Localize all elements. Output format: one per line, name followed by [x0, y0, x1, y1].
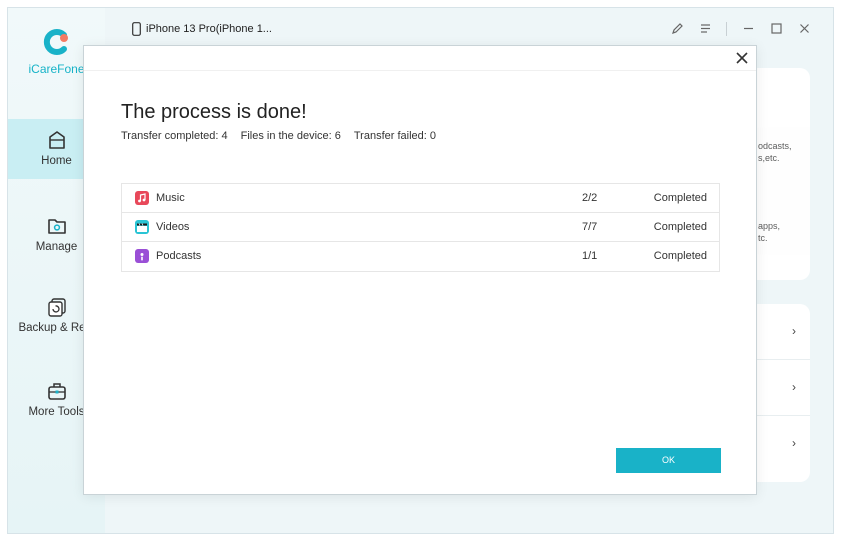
- divider: [726, 22, 727, 36]
- phone-icon: [132, 22, 141, 36]
- chevron-right-icon: ›: [792, 380, 796, 394]
- card-text-line: odcasts,: [758, 141, 792, 151]
- minimize-icon[interactable]: [741, 22, 755, 36]
- row-count: 7/7: [582, 221, 598, 233]
- row-name: Podcasts: [156, 250, 202, 262]
- transfer-stats: Transfer completed: 4 Files in the devic…: [121, 130, 436, 142]
- card-text: apps, tc.: [758, 220, 780, 244]
- row-count: 1/1: [582, 250, 598, 262]
- close-icon[interactable]: [734, 50, 750, 66]
- feedback-icon[interactable]: [670, 22, 684, 36]
- row-name: Music: [156, 192, 185, 204]
- home-icon: [48, 131, 65, 149]
- device-label: iPhone 13 Pro(iPhone 1...: [146, 23, 272, 35]
- card-text: odcasts, s,etc.: [758, 140, 792, 164]
- row-status: Completed: [653, 221, 707, 233]
- row-status: Completed: [653, 192, 707, 204]
- divider: [84, 70, 756, 71]
- window-close-icon[interactable]: [797, 22, 811, 36]
- dialog-title: The process is done!: [121, 101, 307, 123]
- maximize-icon[interactable]: [769, 22, 783, 36]
- table-row: Videos 7/7 Completed: [122, 213, 719, 242]
- stat-files-in-device: Files in the device: 6: [240, 130, 341, 142]
- sidebar-item-label: Home: [41, 155, 72, 167]
- music-icon: [135, 191, 149, 205]
- result-table: Music 2/2 Completed Videos 7/7 Completed…: [121, 183, 720, 272]
- card-text-line: tc.: [758, 233, 768, 243]
- backup-icon: [47, 298, 66, 317]
- row-status: Completed: [653, 250, 707, 262]
- window-controls: [670, 22, 811, 36]
- stat-transfer-failed: Transfer failed: 0: [353, 130, 437, 142]
- podcast-icon: [135, 249, 149, 263]
- card-text-line: s,etc.: [758, 153, 780, 163]
- table-row: Podcasts 1/1 Completed: [122, 242, 719, 271]
- clapperboard-icon: [135, 220, 149, 234]
- row-name: Videos: [156, 221, 190, 233]
- device-selector[interactable]: iPhone 13 Pro(iPhone 1...: [132, 22, 272, 36]
- sidebar-item-label: Manage: [35, 241, 78, 253]
- sidebar-item-label: More Tools: [28, 406, 85, 418]
- chevron-right-icon: ›: [792, 324, 796, 338]
- folder-gear-icon: [47, 219, 66, 234]
- toolbox-icon: [47, 383, 66, 400]
- transfer-result-dialog: The process is done! Transfer completed:…: [83, 45, 757, 495]
- stat-transfer-completed: Transfer completed: 4: [121, 130, 228, 142]
- ok-button[interactable]: OK: [616, 448, 721, 473]
- card-text-line: apps,: [758, 221, 781, 231]
- menu-icon[interactable]: [698, 22, 712, 36]
- table-row: Music 2/2 Completed: [122, 184, 719, 213]
- icarefone-logo-icon: [43, 29, 68, 55]
- row-count: 2/2: [582, 192, 598, 204]
- chevron-right-icon: ›: [792, 436, 796, 450]
